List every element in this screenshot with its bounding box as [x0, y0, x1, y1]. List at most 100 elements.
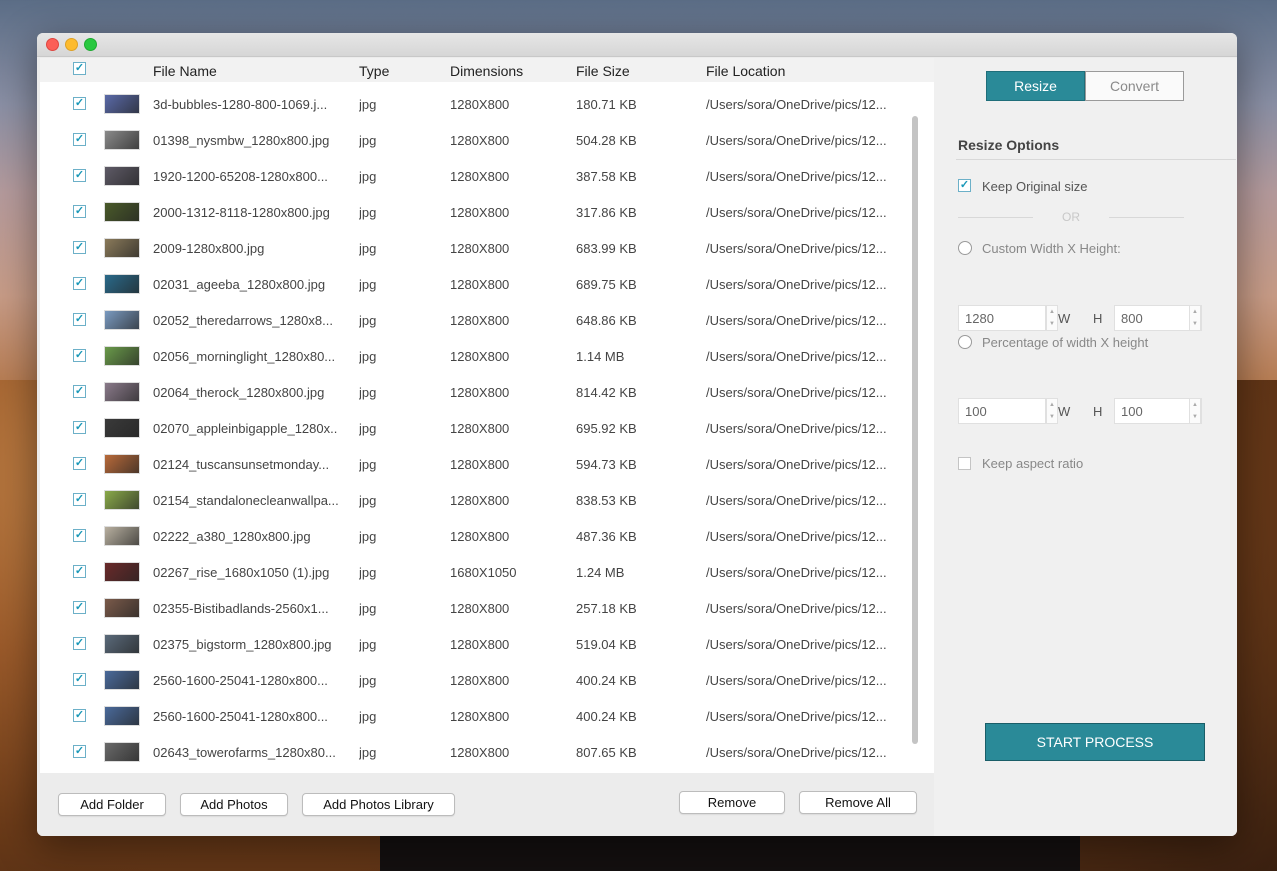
column-header-type[interactable]: Type — [359, 63, 389, 79]
minimize-window-button[interactable] — [65, 38, 78, 51]
dimensions-cell: 1280X800 — [450, 97, 510, 112]
table-row[interactable]: ✓ 02355-Bistibadlands-2560x1... jpg 1280X80… — [40, 590, 910, 626]
tab-convert[interactable]: Convert — [1085, 71, 1184, 101]
row-checkbox[interactable]: ✓ — [73, 349, 86, 362]
row-checkbox[interactable]: ✓ — [73, 97, 86, 110]
file-name-cell: 02070_appleinbigapple_1280x... — [153, 421, 338, 436]
row-checkbox[interactable]: ✓ — [73, 637, 86, 650]
tab-resize[interactable]: Resize — [986, 71, 1085, 101]
percent-width-label: W — [1058, 404, 1071, 419]
table-row[interactable]: ✓ 02222_a380_1280x800.jpg jpg 1280X800 487.3… — [40, 518, 910, 554]
dimensions-cell: 1280X800 — [450, 277, 510, 292]
zoom-window-button[interactable] — [84, 38, 97, 51]
row-checkbox[interactable]: ✓ — [73, 241, 86, 254]
table-row[interactable]: ✓ 02154_standalonecleanwallpa... jpg 1280X8… — [40, 482, 910, 518]
custom-width-stepper[interactable]: ▲ ▼ — [1046, 305, 1058, 331]
column-header-file-size[interactable]: File Size — [576, 63, 630, 79]
percentage-radio[interactable] — [958, 335, 972, 349]
percent-height-stepper[interactable]: ▲ ▼ — [1189, 398, 1201, 424]
custom-size-radio[interactable] — [958, 241, 972, 255]
keep-aspect-ratio-checkbox[interactable] — [958, 457, 971, 470]
row-checkbox[interactable]: ✓ — [73, 601, 86, 614]
column-header-file-name[interactable]: File Name — [153, 63, 217, 79]
row-checkbox[interactable]: ✓ — [73, 277, 86, 290]
table-row[interactable]: ✓ 02052_theredarrows_1280x8... jpg 1280X800… — [40, 302, 910, 338]
close-window-button[interactable] — [46, 38, 59, 51]
row-checkbox[interactable]: ✓ — [73, 493, 86, 506]
file-location-cell: /Users/sora/OneDrive/pics/12... — [706, 133, 886, 148]
percentage-label: Percentage of width X height — [982, 335, 1149, 350]
row-checkbox[interactable]: ✓ — [73, 205, 86, 218]
file-list-scrollbar[interactable] — [912, 116, 918, 744]
height-label: H — [1093, 311, 1103, 326]
row-checkbox[interactable]: ✓ — [73, 745, 86, 758]
column-header-file-location[interactable]: File Location — [706, 63, 785, 79]
table-row[interactable]: ✓ 2009-1280x800.jpg jpg 1280X800 683.99 KB/U… — [40, 230, 910, 266]
add-photos-button[interactable]: Add Photos — [180, 793, 288, 816]
bottom-toolbar: Add Folder Add Photos Add Photos Library… — [40, 773, 934, 836]
table-row[interactable]: ✓ 02643_towerofarms_1280x80... jpg 1280X800… — [40, 734, 910, 770]
file-name-cell: 02052_theredarrows_1280x8... — [153, 313, 333, 328]
custom-height-stepper[interactable]: ▲ ▼ — [1189, 305, 1201, 331]
table-row[interactable]: ✓ 2000-1312-8118-1280x800.jpg jpg 1280X800 3… — [40, 194, 910, 230]
file-name-cell: 02056_morninglight_1280x80... — [153, 349, 336, 364]
remove-button[interactable]: Remove — [679, 791, 785, 814]
resize-options-title: Resize Options — [958, 137, 1060, 153]
percent-width-stepper[interactable]: ▲ ▼ — [1046, 398, 1058, 424]
thumbnail-image — [104, 454, 140, 474]
file-size-cell: 648.86 KB — [576, 313, 637, 328]
dimensions-cell: 1280X800 — [450, 457, 510, 472]
dimensions-cell: 1280X800 — [450, 421, 510, 436]
table-row[interactable]: ✓ 02375_bigstorm_1280x800.jpg jpg 1280X800 5… — [40, 626, 910, 662]
column-header-dimensions[interactable]: Dimensions — [450, 63, 523, 79]
remove-all-button[interactable]: Remove All — [799, 791, 917, 814]
table-row[interactable]: ✓ 02056_morninglight_1280x80... jpg 1280X80… — [40, 338, 910, 374]
table-row[interactable]: ✓ 02124_tuscansunsetmonday... jpg 1280X800 5… — [40, 446, 910, 482]
table-row[interactable]: ✓ 02031_ageeba_1280x800.jpg jpg 1280X800 689… — [40, 266, 910, 302]
row-checkbox[interactable]: ✓ — [73, 457, 86, 470]
add-folder-button[interactable]: Add Folder — [58, 793, 166, 816]
table-row[interactable]: ✓ 2560-1600-25041-1280x800... jpg 1280X800 4… — [40, 662, 910, 698]
file-size-cell: 807.65 KB — [576, 745, 637, 760]
table-row[interactable]: ✓ 01398_nysmbw_1280x800.jpg jpg 1280X800 504… — [40, 122, 910, 158]
table-row[interactable]: ✓ 02070_appleinbigapple_1280x... jpg 1280X8… — [40, 410, 910, 446]
row-checkbox[interactable]: ✓ — [73, 709, 86, 722]
row-checkbox[interactable]: ✓ — [73, 565, 86, 578]
table-row[interactable]: ✓ 02064_therock_1280x800.jpg jpg 1280X800 81… — [40, 374, 910, 410]
thumbnail-image — [104, 94, 140, 114]
row-checkbox[interactable]: ✓ — [73, 673, 86, 686]
file-type-cell: jpg — [359, 457, 377, 472]
thumbnail-image — [104, 706, 140, 726]
row-checkbox[interactable]: ✓ — [73, 385, 86, 398]
file-size-cell: 683.99 KB — [576, 241, 637, 256]
file-type-cell: jpg — [359, 97, 377, 112]
row-checkbox[interactable]: ✓ — [73, 529, 86, 542]
percent-width-input[interactable]: 100 — [958, 398, 1046, 424]
file-type-cell: jpg — [359, 241, 377, 256]
custom-width-input[interactable]: 1280 — [958, 305, 1046, 331]
table-header: ✓ File Name Type Dimensions File Size Fi… — [40, 58, 934, 82]
file-type-cell: jpg — [359, 637, 377, 652]
file-type-cell: jpg — [359, 133, 377, 148]
table-row[interactable]: ✓ 1920-1200-65208-1280x800... jpg 1280X800 3… — [40, 158, 910, 194]
file-name-cell: 1920-1200-65208-1280x800... — [153, 169, 328, 184]
file-size-cell: 487.36 KB — [576, 529, 637, 544]
start-process-button[interactable]: START PROCESS — [985, 723, 1205, 761]
file-type-cell: jpg — [359, 493, 377, 508]
file-location-cell: /Users/sora/OneDrive/pics/12... — [706, 205, 886, 220]
row-checkbox[interactable]: ✓ — [73, 421, 86, 434]
file-location-cell: /Users/sora/OneDrive/pics/12... — [706, 277, 886, 292]
select-all-checkbox[interactable]: ✓ — [73, 62, 86, 75]
row-checkbox[interactable]: ✓ — [73, 133, 86, 146]
file-size-cell: 1.24 MB — [576, 565, 625, 580]
file-list: ✓ 3d-bubbles-1280-800-1069.j... jpg 1280X80… — [40, 86, 910, 776]
table-row[interactable]: ✓ 2560-1600-25041-1280x800... jpg 1280X800 4… — [40, 698, 910, 734]
add-photos-library-button[interactable]: Add Photos Library — [302, 793, 455, 816]
row-checkbox[interactable]: ✓ — [73, 313, 86, 326]
file-type-cell: jpg — [359, 709, 377, 724]
row-checkbox[interactable]: ✓ — [73, 169, 86, 182]
keep-original-size-checkbox[interactable]: ✓ — [958, 179, 971, 192]
table-row[interactable]: ✓ 3d-bubbles-1280-800-1069.j... jpg 1280X80… — [40, 86, 910, 122]
dimensions-cell: 1280X800 — [450, 601, 510, 616]
table-row[interactable]: ✓ 02267_rise_1680x1050 (1).jpg jpg 1680X105… — [40, 554, 910, 590]
